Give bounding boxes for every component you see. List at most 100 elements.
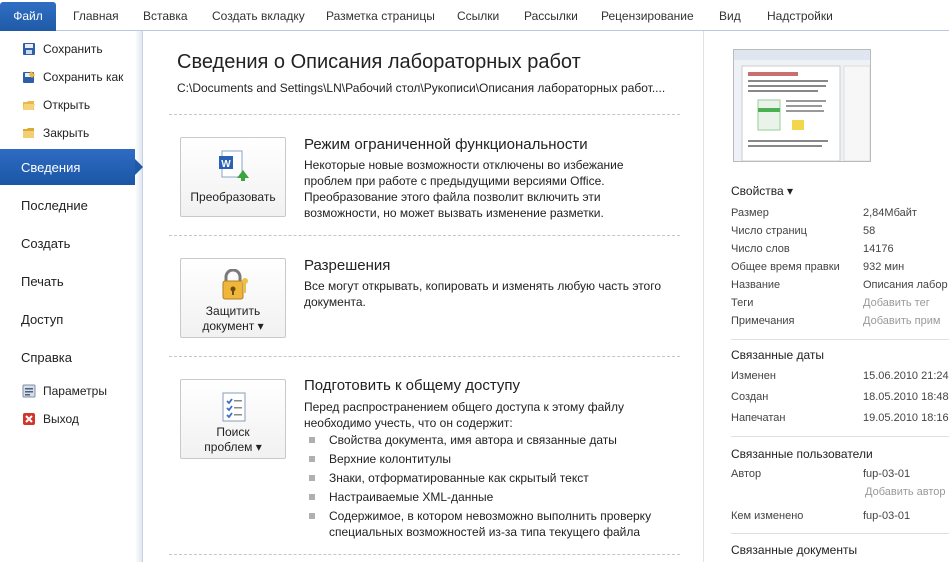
backstage-nav: Сохранить Сохранить как Открыть Закрыть …: [0, 31, 143, 562]
date-value: 15.06.2010 21:24: [863, 370, 949, 382]
date-label: Создан: [731, 391, 769, 403]
bullet-icon: [309, 475, 315, 481]
prop-value: 14176: [863, 243, 894, 255]
permissions-heading: Разрешения: [304, 257, 391, 274]
document-thumbnail[interactable]: [733, 49, 871, 162]
prop-value: 58: [863, 225, 876, 237]
info-main-panel: Сведения о Описания лабораторных работ C…: [143, 31, 703, 562]
divider: [169, 235, 680, 236]
lock-key-icon: [217, 268, 251, 303]
prop-label: Примечания: [731, 315, 795, 327]
nav-new[interactable]: Создать: [0, 224, 143, 262]
bullet-icon: [309, 456, 315, 462]
nav-open[interactable]: Открыть: [0, 91, 143, 119]
protect-label-1: Защитить: [205, 304, 261, 318]
prop-label: Общее время правки: [731, 261, 840, 273]
modified-by-label: Кем изменено: [731, 510, 804, 522]
nav-exit[interactable]: Выход: [0, 405, 143, 433]
prop-label: Число слов: [731, 243, 790, 255]
close-folder-icon: [22, 126, 36, 140]
properties-heading[interactable]: Свойства ▾: [731, 184, 793, 198]
prepare-text: Перед распространением общего доступа к …: [304, 400, 624, 430]
nav-help[interactable]: Справка: [0, 338, 143, 376]
word-convert-icon: W: [217, 148, 251, 182]
divider: [731, 339, 949, 340]
checklist-icon: [217, 390, 251, 424]
check-label-1: Поиск: [216, 425, 250, 439]
divider: [731, 436, 949, 437]
date-label: Напечатан: [731, 412, 786, 424]
related-people-heading: Связанные пользователи: [731, 447, 873, 461]
svg-text:W: W: [221, 159, 231, 170]
prop-value: 932 мин: [863, 261, 905, 273]
divider: [731, 533, 949, 534]
date-label: Изменен: [731, 370, 776, 382]
open-folder-icon: [22, 98, 36, 112]
nav-save-label: Сохранить: [43, 42, 103, 56]
date-value: 19.05.2010 18:16: [863, 412, 949, 424]
floppy-disk-icon: [22, 42, 36, 56]
tab-view[interactable]: Вид: [719, 2, 741, 31]
convert-button-label: Преобразовать: [190, 190, 276, 204]
save-as-icon: [22, 70, 36, 84]
nav-share[interactable]: Доступ: [0, 300, 143, 338]
tab-create-tab[interactable]: Создать вкладку: [212, 2, 305, 31]
nav-close[interactable]: Закрыть: [0, 119, 143, 147]
tags-field[interactable]: Добавить тег: [863, 297, 930, 309]
tab-insert[interactable]: Вставка: [143, 2, 188, 31]
ribbon-tab-bar: Файл Главная Вставка Создать вкладку Раз…: [0, 0, 949, 31]
bullet-icon: [309, 494, 315, 500]
nav-exit-label: Выход: [43, 412, 79, 426]
options-icon: [22, 384, 36, 398]
nav-save-as-label: Сохранить как: [43, 70, 124, 84]
prop-label: Теги: [731, 297, 754, 309]
tab-page-layout[interactable]: Разметка страницы: [326, 2, 435, 31]
check-for-issues-button[interactable]: Поиск проблем ▾: [180, 379, 286, 459]
nav-recent[interactable]: Последние: [0, 186, 143, 224]
tab-addins[interactable]: Надстройки: [767, 2, 833, 31]
nav-open-label: Открыть: [43, 98, 91, 112]
permissions-text: Все могут открывать, копировать и изменя…: [304, 279, 662, 309]
bullet-icon: [309, 437, 315, 443]
bullet-icon: [309, 513, 315, 519]
prop-label: Число страниц: [731, 225, 807, 237]
related-documents-heading: Связанные документы: [731, 543, 858, 557]
add-author-link[interactable]: Добавить автор: [865, 486, 946, 498]
nav-save[interactable]: Сохранить: [0, 35, 143, 63]
prop-value: 2,84Мбайт: [863, 207, 917, 219]
prop-label: Размер: [731, 207, 769, 219]
date-value: 18.05.2010 18:48: [863, 391, 949, 403]
tab-home[interactable]: Главная: [73, 2, 119, 31]
protect-label-2: документ ▾: [202, 319, 264, 333]
file-path: C:\Documents and Settings\LN\Рабочий сто…: [177, 81, 666, 95]
author-value: fup-03-01: [863, 468, 911, 480]
check-label-2: проблем ▾: [204, 440, 262, 454]
divider: [169, 356, 680, 357]
protect-document-button[interactable]: Защитить документ ▾: [180, 258, 286, 338]
prepare-heading: Подготовить к общему доступу: [304, 377, 521, 394]
divider: [169, 554, 680, 555]
related-dates-heading: Связанные даты: [731, 348, 824, 362]
properties-panel: Свойства ▾ Размер 2,84Мбайт Число страни…: [703, 31, 949, 562]
nav-print[interactable]: Печать: [0, 262, 143, 300]
compat-text: Некоторые новые возможности отключены во…: [304, 158, 624, 220]
prop-label: Название: [731, 279, 781, 291]
comments-field[interactable]: Добавить прим: [863, 315, 940, 327]
author-label: Автор: [731, 468, 762, 480]
tab-review[interactable]: Рецензирование: [601, 2, 694, 31]
modified-by-value: fup-03-01: [863, 510, 911, 522]
tab-mailings[interactable]: Рассылки: [524, 2, 578, 31]
nav-save-as[interactable]: Сохранить как: [0, 63, 143, 91]
divider: [169, 114, 680, 115]
nav-close-label: Закрыть: [43, 126, 90, 140]
exit-icon: [22, 412, 36, 426]
convert-button[interactable]: W Преобразовать: [180, 137, 286, 217]
page-title: Сведения о Описания лабораторных работ: [177, 51, 581, 73]
tab-references[interactable]: Ссылки: [457, 2, 499, 31]
tab-file[interactable]: Файл: [0, 2, 56, 31]
nav-options-label: Параметры: [43, 384, 107, 398]
title-field[interactable]: Описания лабор: [863, 279, 948, 291]
nav-info[interactable]: Сведения: [0, 149, 143, 185]
nav-options[interactable]: Параметры: [0, 377, 143, 405]
compat-heading: Режим ограниченной функциональности: [304, 136, 588, 153]
